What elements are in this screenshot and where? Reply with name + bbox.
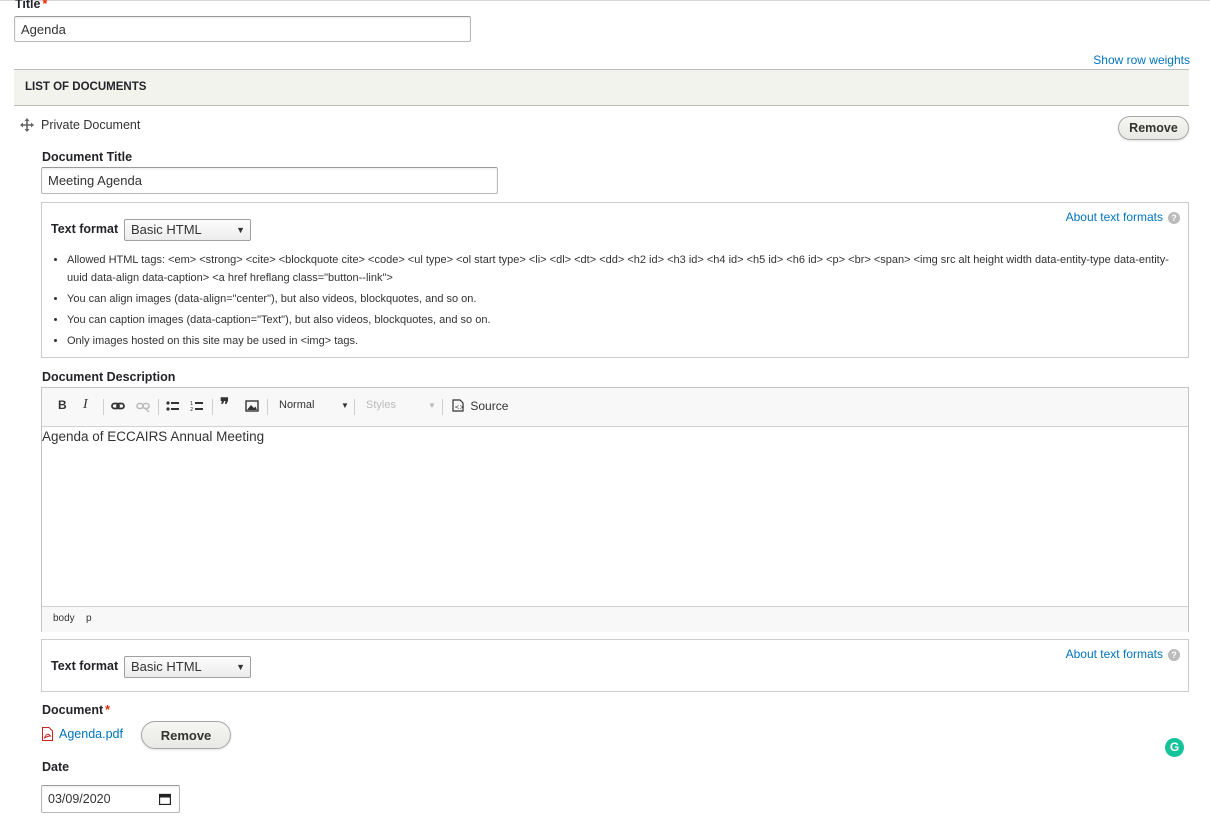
chevron-down-icon: ▼ bbox=[236, 662, 245, 672]
svg-text:<>: <> bbox=[455, 404, 465, 411]
text-format-select[interactable]: Basic HTML ▼ bbox=[124, 219, 251, 241]
document-title-label: Document Title bbox=[42, 150, 133, 164]
filter-tip: You can caption images (data-caption="Te… bbox=[67, 311, 1187, 329]
about-text-formats[interactable]: About text formats? bbox=[1066, 210, 1180, 224]
title-label: Title * bbox=[15, 0, 48, 11]
filter-tips-list: Allowed HTML tags: <em> <strong> <cite> … bbox=[43, 251, 1187, 353]
text-format-box: Text format Basic HTML ▼ About text forma… bbox=[41, 202, 1189, 358]
chevron-down-icon: ▼ bbox=[236, 225, 245, 235]
list-header-title: LIST OF DOCUMENTS bbox=[25, 81, 147, 93]
format-dropdown[interactable]: Normal ▼ bbox=[279, 399, 349, 411]
numbered-list-icon[interactable]: 12 bbox=[190, 399, 204, 416]
about-text-formats[interactable]: About text formats? bbox=[1066, 647, 1180, 661]
bold-button[interactable]: B bbox=[58, 398, 67, 412]
path-p[interactable]: p bbox=[86, 613, 92, 624]
private-document-label: Private Document bbox=[41, 118, 141, 132]
rich-text-editor: B I 12 ❞ Normal ▼ Styles ▼ <> Source Age… bbox=[41, 387, 1189, 632]
chevron-down-icon: ▼ bbox=[428, 401, 436, 410]
grammarly-icon[interactable]: G bbox=[1165, 738, 1184, 757]
filter-tip: Only images hosted on this site may be u… bbox=[67, 332, 1187, 350]
unlink-icon[interactable] bbox=[136, 399, 150, 416]
remove-file-button[interactable]: Remove bbox=[141, 721, 231, 749]
show-row-weights-link[interactable]: Show row weights bbox=[1093, 53, 1190, 67]
path-body[interactable]: body bbox=[53, 613, 75, 624]
top-divider bbox=[0, 0, 1210, 1]
text-format-box: Text format Basic HTML ▼ About text forma… bbox=[41, 639, 1189, 692]
editor-paragraph: Agenda of ECCAIRS Annual Meeting bbox=[42, 429, 265, 444]
toolbar-separator bbox=[267, 399, 268, 415]
text-format-select[interactable]: Basic HTML ▼ bbox=[124, 656, 251, 678]
styles-dropdown: Styles ▼ bbox=[366, 399, 436, 411]
text-format-label: Text format bbox=[51, 659, 119, 673]
title-input[interactable] bbox=[14, 16, 471, 42]
document-file-link[interactable]: Agenda.pdf bbox=[59, 727, 123, 741]
toolbar-separator bbox=[354, 399, 355, 415]
source-icon: <> bbox=[452, 399, 465, 412]
remove-row-button[interactable]: Remove bbox=[1118, 116, 1189, 140]
about-text-formats-link[interactable]: About text formats bbox=[1066, 210, 1163, 224]
pdf-file-icon bbox=[42, 727, 54, 742]
image-icon[interactable] bbox=[245, 399, 259, 416]
link-icon[interactable] bbox=[111, 399, 125, 416]
text-format-label: Text format bbox=[51, 222, 119, 236]
filter-tip: You can align images (data-align="center… bbox=[67, 290, 1187, 308]
toolbar-separator bbox=[442, 399, 443, 415]
drag-handle-icon[interactable] bbox=[20, 118, 36, 134]
editor-content[interactable]: Agenda of ECCAIRS Annual Meeting bbox=[42, 427, 1188, 605]
help-icon: ? bbox=[1168, 649, 1180, 661]
editor-toolbar: B I 12 ❞ Normal ▼ Styles ▼ <> Source bbox=[42, 388, 1188, 427]
filter-tip: Allowed HTML tags: <em> <strong> <cite> … bbox=[67, 251, 1187, 287]
toolbar-separator bbox=[158, 399, 159, 415]
source-button[interactable]: <> Source bbox=[452, 399, 508, 413]
chevron-down-icon: ▼ bbox=[341, 401, 349, 410]
blockquote-icon[interactable]: ❞ bbox=[220, 395, 229, 415]
list-header: LIST OF DOCUMENTS bbox=[14, 69, 1189, 106]
date-input[interactable]: 03/09/2020 bbox=[41, 785, 180, 813]
calendar-icon[interactable] bbox=[159, 793, 171, 805]
svg-text:2: 2 bbox=[190, 407, 193, 413]
toolbar-separator bbox=[103, 399, 104, 415]
editor-path-bar: body p bbox=[42, 606, 1188, 632]
about-text-formats-link[interactable]: About text formats bbox=[1066, 647, 1163, 661]
document-title-input[interactable] bbox=[41, 167, 498, 194]
bulleted-list-icon[interactable] bbox=[166, 399, 180, 416]
document-label: Document * bbox=[42, 703, 110, 717]
toolbar-separator bbox=[212, 399, 213, 415]
document-description-label: Document Description bbox=[42, 370, 176, 384]
help-icon: ? bbox=[1168, 212, 1180, 224]
date-label: Date bbox=[42, 760, 70, 774]
italic-button[interactable]: I bbox=[83, 397, 88, 413]
